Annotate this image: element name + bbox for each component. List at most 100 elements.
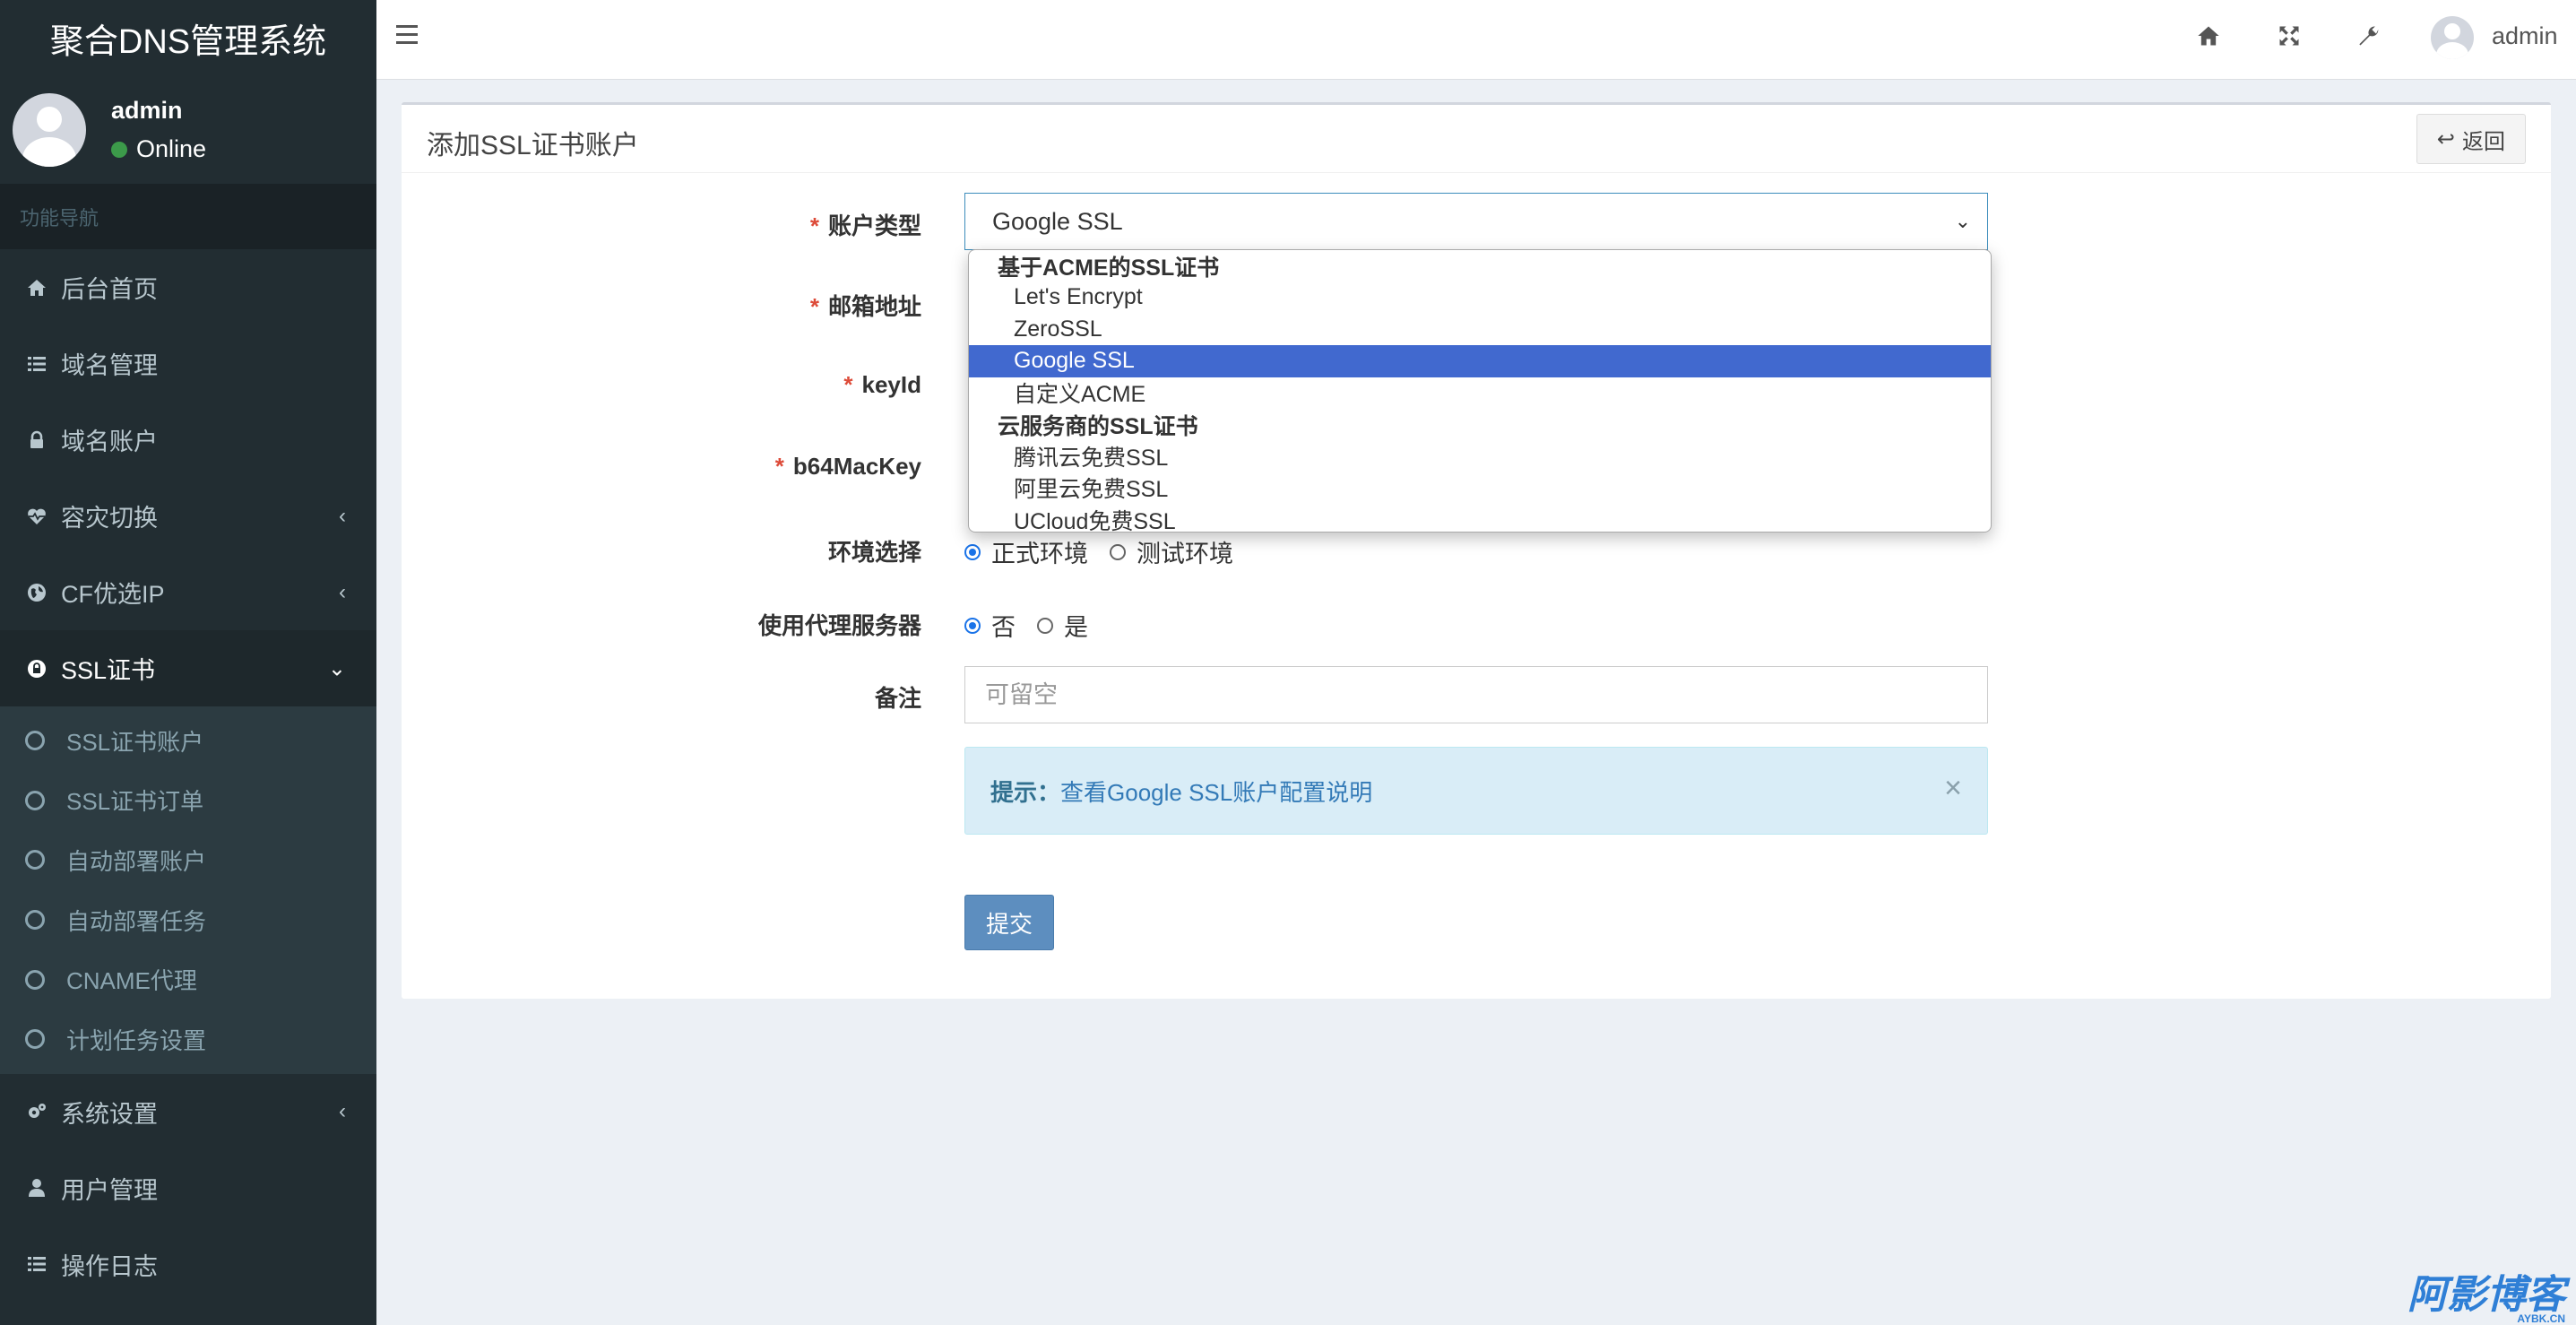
sidebar-item-label: 系统设置 <box>61 1100 158 1128</box>
subitem-label: 自动部署任务 <box>66 907 207 935</box>
required-mark: * <box>809 212 819 239</box>
app-title[interactable]: 聚合DNS管理系统 <box>0 0 376 76</box>
tip-link[interactable]: 查看Google SSL账户配置说明 <box>1060 775 1372 808</box>
chevron-left-icon: ‹ <box>339 579 346 604</box>
env-label: 环境选择 <box>827 539 921 566</box>
ssl-lock-icon <box>25 657 48 680</box>
proxy-radio-no[interactable] <box>964 617 981 634</box>
keyid-label: * keyId <box>402 371 921 399</box>
required-mark: * <box>774 453 784 480</box>
proxy-radio-group: 否 是 <box>964 608 1110 643</box>
sidebar-item-system-settings[interactable]: 系统设置 ‹ <box>0 1074 376 1150</box>
keyid-label-text: keyId <box>861 371 922 398</box>
account-type-dropdown: 基于ACME的SSL证书 Let's Encrypt ZeroSSL Googl… <box>968 249 1992 533</box>
dropdown-option-aliyun[interactable]: 阿里云免费SSL <box>969 472 1991 505</box>
avatar[interactable] <box>2431 16 2474 59</box>
back-button[interactable]: ↩ 返回 <box>2416 114 2526 164</box>
proxy-option-label: 是 <box>1064 614 1088 641</box>
dropdown-option-custom-acme[interactable]: 自定义ACME <box>969 377 1991 410</box>
sidebar-item-domain-accounts[interactable]: 域名账户 <box>0 402 376 478</box>
env-radio-group: 正式环境 测试环境 <box>964 534 1255 569</box>
sidebar-subitem-deploy-accounts[interactable]: 自动部署账户 <box>0 830 376 890</box>
b64mackey-label-text: b64MacKey <box>792 453 921 480</box>
list-icon <box>25 1252 48 1276</box>
user-panel: admin Online <box>0 76 376 184</box>
user-name: admin <box>111 97 183 124</box>
dropdown-group-label: 基于ACME的SSL证书 <box>998 255 1220 281</box>
circle-icon <box>25 790 45 810</box>
sidebar-subitem-cron-settings[interactable]: 计划任务设置 <box>0 1009 376 1070</box>
required-mark: * <box>843 371 853 398</box>
dropdown-group-label: 云服务商的SSL证书 <box>998 413 1198 439</box>
back-button-label: 返回 <box>2462 129 2505 154</box>
circle-icon <box>25 1029 45 1050</box>
env-radio-test[interactable] <box>1110 543 1126 560</box>
close-icon[interactable]: × <box>1944 773 1962 803</box>
sidebar-item-domains[interactable]: 域名管理 <box>0 325 376 402</box>
sidebar-item-users[interactable]: 用户管理 <box>0 1150 376 1226</box>
b64mackey-label: * b64MacKey <box>402 453 921 481</box>
top-user-name[interactable]: admin <box>2492 22 2558 50</box>
subitem-label: 自动部署账户 <box>66 847 207 875</box>
sidebar-subitem-ssl-orders[interactable]: SSL证书订单 <box>0 771 376 831</box>
sidebar-item-label: CF优选IP <box>61 581 165 608</box>
globe-icon <box>25 581 48 604</box>
sidebar-item-label: 后台首页 <box>61 276 158 303</box>
submit-button[interactable]: 提交 <box>964 895 1054 950</box>
subitem-label: SSL证书账户 <box>66 728 204 756</box>
sidebar-subitem-ssl-accounts[interactable]: SSL证书账户 <box>0 711 376 771</box>
nav-header: 功能导航 <box>0 184 376 249</box>
online-dot-icon <box>111 141 127 158</box>
env-option-label: 测试环境 <box>1137 541 1233 567</box>
dropdown-option-google-ssl[interactable]: Google SSL <box>969 345 1991 377</box>
home-icon <box>25 276 48 299</box>
sidebar-item-label: 域名管理 <box>61 352 158 379</box>
account-type-label: * 账户类型 <box>402 208 921 241</box>
required-mark: * <box>809 293 819 320</box>
account-type-label-text: 账户类型 <box>827 212 921 239</box>
circle-icon <box>25 969 45 990</box>
hamburger-icon[interactable] <box>396 25 418 47</box>
circle-icon <box>25 910 45 931</box>
home-icon[interactable] <box>2196 23 2225 52</box>
subitem-label: SSL证书订单 <box>66 788 204 816</box>
user-icon <box>25 1176 48 1199</box>
chevron-down-icon: ⌄ <box>1954 210 1971 232</box>
sidebar-item-label: 用户管理 <box>61 1176 158 1204</box>
sidebar-subitem-cname-proxy[interactable]: CNAME代理 <box>0 949 376 1009</box>
sidebar-item-label: 操作日志 <box>61 1252 158 1280</box>
sidebar-item-ssl[interactable]: SSL证书 ⌄ <box>0 630 376 706</box>
sidebar-item-label: 容灾切换 <box>61 505 158 532</box>
sidebar-item-dashboard[interactable]: 后台首页 <box>0 249 376 325</box>
user-status: Online <box>111 135 206 163</box>
chevron-down-icon: ⌄ <box>327 656 346 680</box>
env-radio-prod[interactable] <box>964 543 981 560</box>
sidebar-item-failover[interactable]: 容灾切换 ‹ <box>0 478 376 554</box>
wrench-icon[interactable] <box>2357 23 2386 52</box>
reply-icon: ↩ <box>2436 126 2455 152</box>
subitem-label: 计划任务设置 <box>66 1026 207 1054</box>
list-icon <box>25 352 48 376</box>
sidebar-subitem-deploy-tasks[interactable]: 自动部署任务 <box>0 890 376 950</box>
email-label: * 邮箱地址 <box>402 289 921 322</box>
dropdown-option-letsencrypt[interactable]: Let's Encrypt <box>969 281 1991 314</box>
tip-prefix: 提示： <box>990 778 1061 806</box>
env-option-label: 正式环境 <box>991 541 1088 567</box>
top-navbar: admin <box>376 0 2576 80</box>
avatar <box>13 93 86 167</box>
circle-icon <box>25 850 45 870</box>
proxy-option-label: 否 <box>991 614 1016 641</box>
dropdown-option-zerossl[interactable]: ZeroSSL <box>969 314 1991 346</box>
proxy-radio-yes[interactable] <box>1037 617 1053 634</box>
page-title: 添加SSL证书账户 <box>427 131 639 160</box>
lock-icon <box>25 429 48 452</box>
sidebar-item-logs[interactable]: 操作日志 <box>0 1226 376 1303</box>
sidebar-item-label: 域名账户 <box>61 429 158 455</box>
fullscreen-icon[interactable] <box>2277 23 2305 52</box>
sidebar-item-cf-ip[interactable]: CF优选IP ‹ <box>0 554 376 630</box>
subitem-label: CNAME代理 <box>66 967 197 995</box>
remark-input[interactable] <box>964 666 1988 723</box>
dropdown-option-tencent[interactable]: 腾讯云免费SSL <box>969 440 1991 472</box>
account-type-select[interactable]: Google SSL ⌄ <box>964 193 1988 250</box>
dropdown-option-ucloud[interactable]: UCloud免费SSL <box>969 504 1991 532</box>
